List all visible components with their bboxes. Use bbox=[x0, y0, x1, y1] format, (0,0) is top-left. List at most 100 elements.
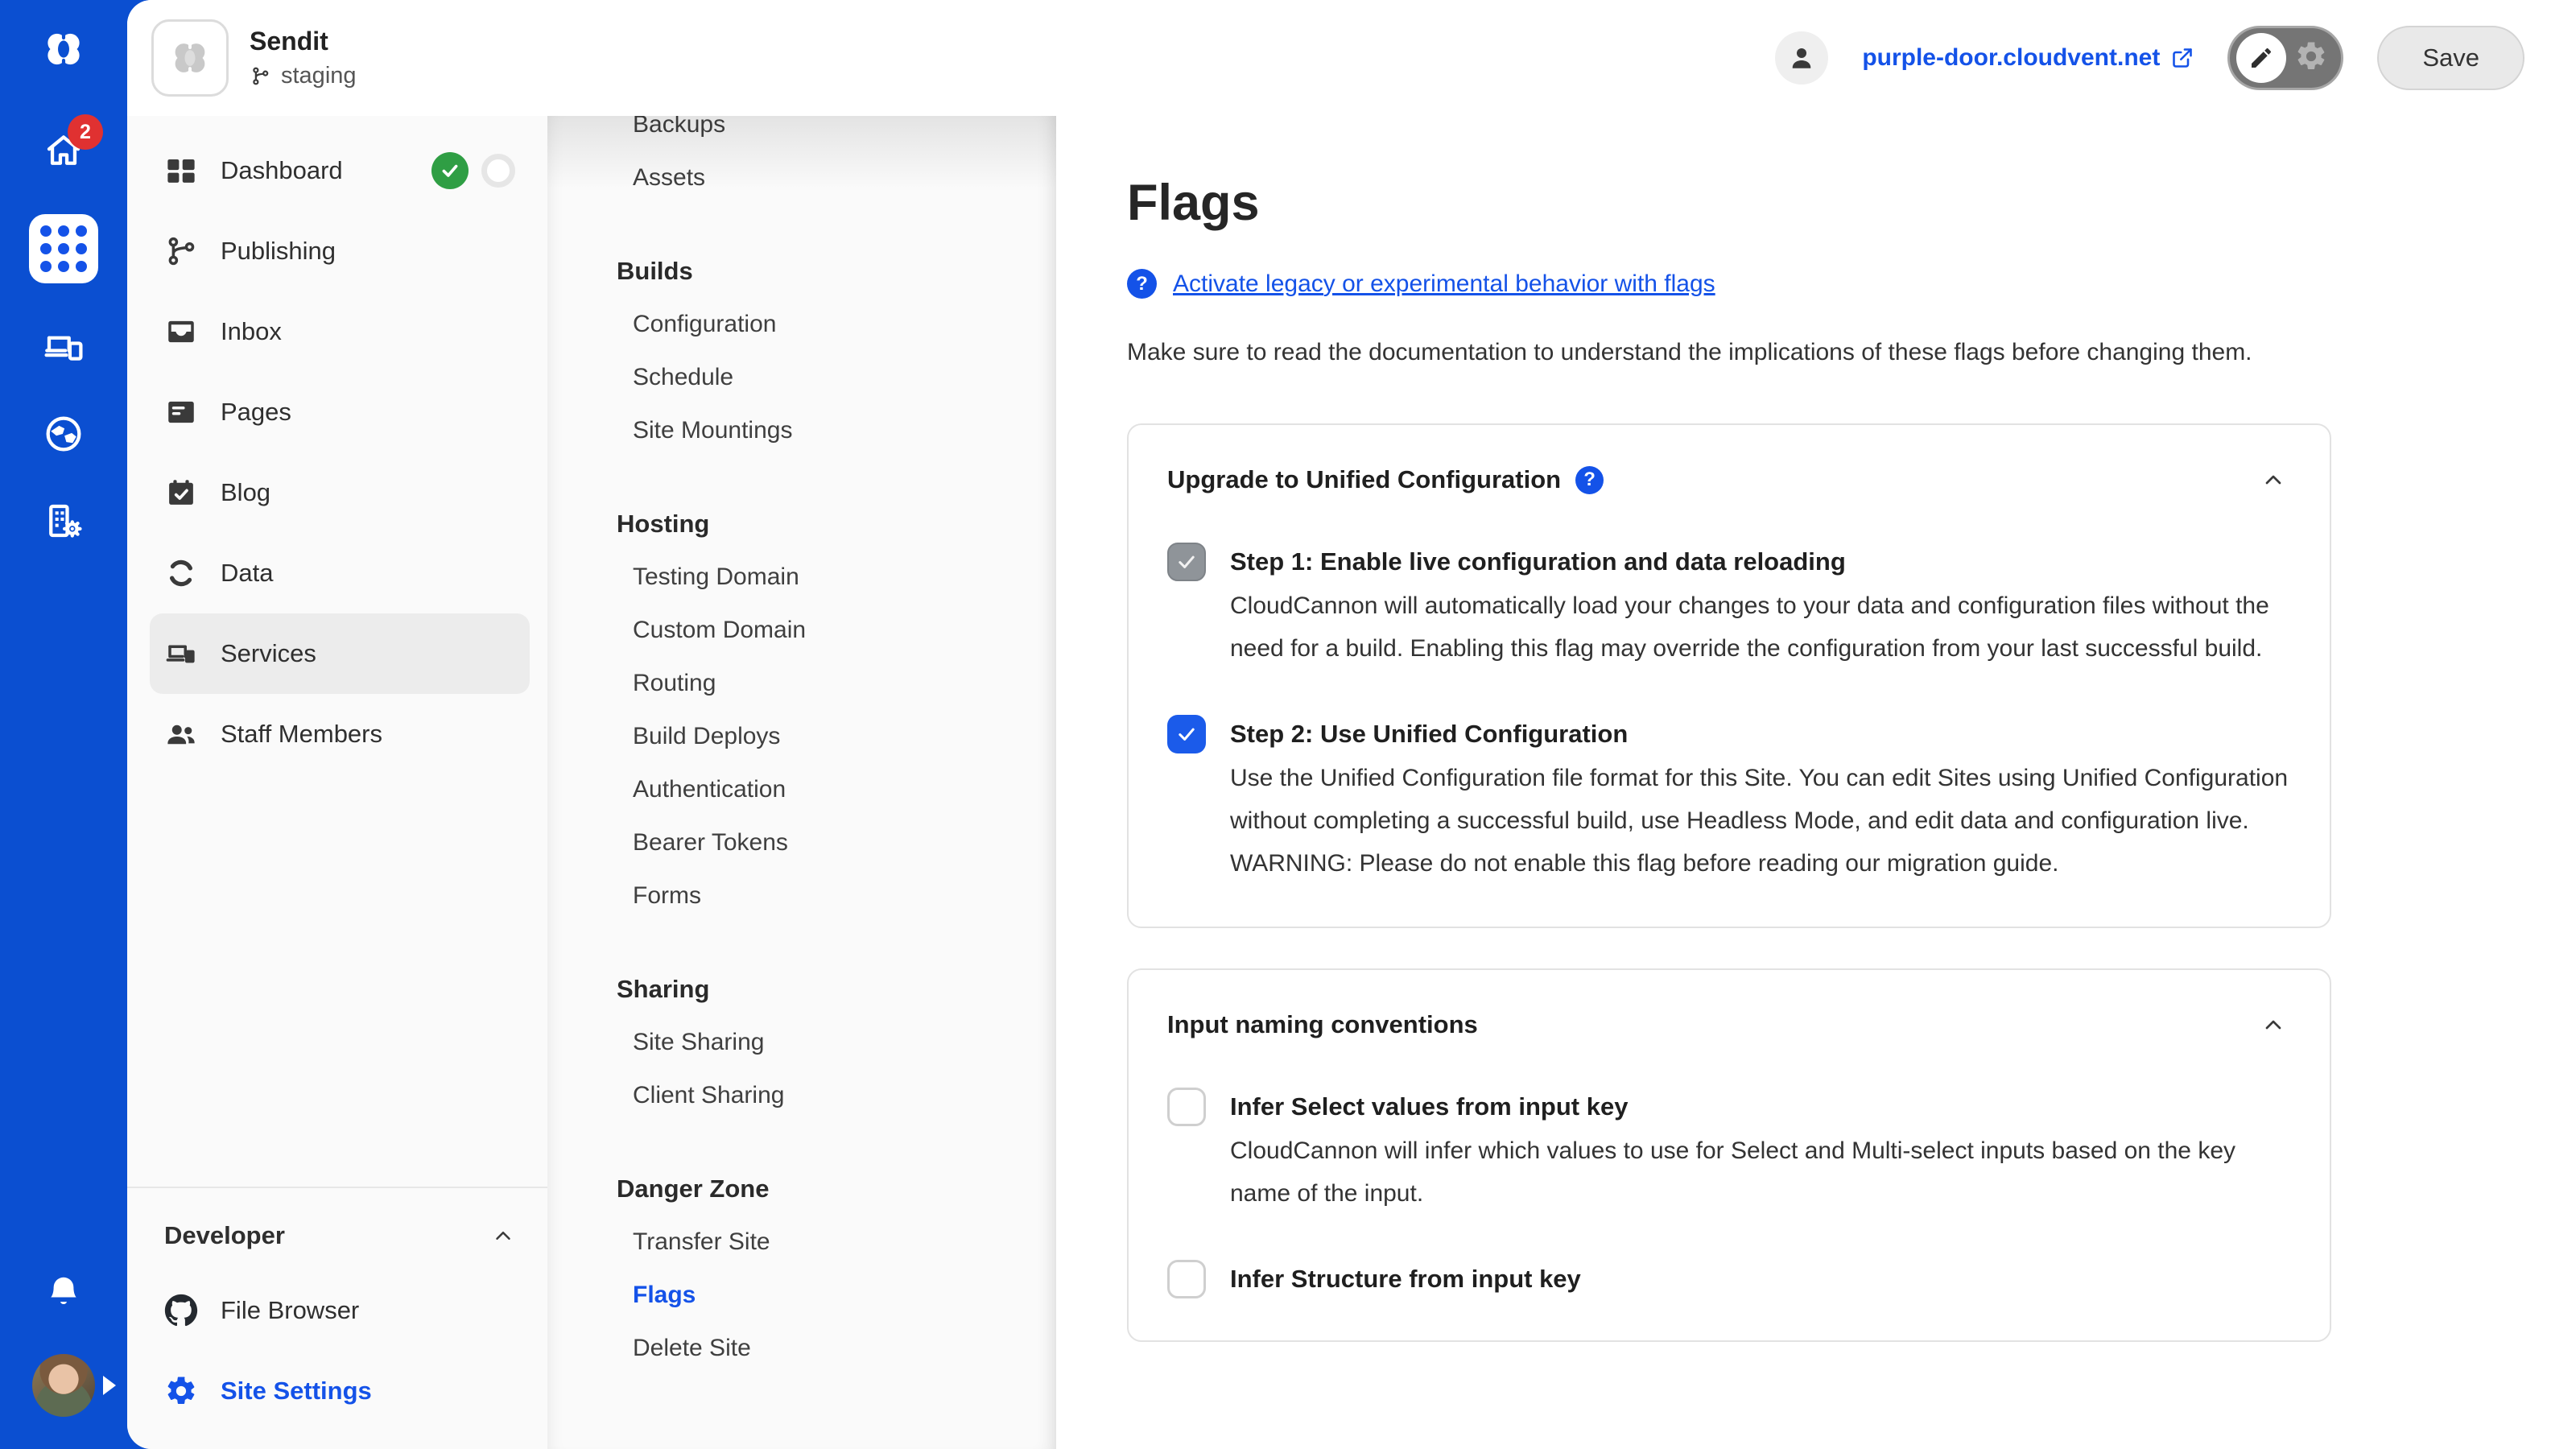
check-icon bbox=[1175, 551, 1198, 573]
developer-section: Developer File Browser Site Settings bbox=[127, 1187, 547, 1449]
inbox-icon bbox=[164, 315, 198, 349]
flag-row: Infer Structure from input key bbox=[1167, 1260, 2291, 1298]
home-icon[interactable]: 2 bbox=[40, 127, 87, 174]
settings-item-routing[interactable]: Routing bbox=[547, 657, 1056, 710]
settings-item-schedule[interactable]: Schedule bbox=[547, 351, 1056, 404]
github-icon bbox=[164, 1294, 198, 1327]
expand-rail-arrow-icon[interactable] bbox=[103, 1376, 116, 1395]
preview-url-link[interactable]: purple-door.cloudvent.net bbox=[1862, 44, 2194, 72]
card-header: Upgrade to Unified Configuration ? bbox=[1167, 462, 2291, 497]
settings-item-transfer-site[interactable]: Transfer Site bbox=[547, 1216, 1056, 1269]
site-logo bbox=[151, 19, 229, 97]
nav-item-staff-members[interactable]: Staff Members bbox=[150, 694, 530, 774]
globe-icon[interactable] bbox=[40, 411, 87, 457]
developer-section-toggle[interactable]: Developer bbox=[150, 1201, 530, 1270]
chevron-up-icon bbox=[491, 1224, 515, 1248]
nav-item-blog[interactable]: Blog bbox=[150, 452, 530, 533]
build-success-icon bbox=[431, 152, 469, 189]
edit-settings-mode-toggle[interactable] bbox=[2227, 26, 2343, 90]
card-unified-configuration: Upgrade to Unified Configuration ? Step … bbox=[1127, 423, 2331, 928]
flag-label: Step 2: Use Unified Configuration bbox=[1230, 715, 2291, 753]
card-input-naming-conventions: Input naming conventions Infer Select va… bbox=[1127, 968, 2331, 1342]
flag-description: Use the Unified Configuration file forma… bbox=[1230, 757, 2291, 885]
settings-item-configuration[interactable]: Configuration bbox=[547, 298, 1056, 351]
gear-icon bbox=[164, 1374, 198, 1408]
data-sync-icon bbox=[164, 556, 198, 590]
pencil-icon bbox=[2248, 45, 2274, 71]
site-branch: staging bbox=[250, 63, 357, 89]
flag-row: Step 2: Use Unified Configuration Use th… bbox=[1167, 715, 2291, 885]
dashboard-icon bbox=[164, 154, 198, 188]
organization-settings-icon[interactable] bbox=[40, 497, 87, 544]
chevron-up-icon bbox=[2260, 467, 2286, 493]
settings-item-flags[interactable]: Flags bbox=[547, 1269, 1056, 1322]
flag-description: CloudCannon will infer which values to u… bbox=[1230, 1129, 2291, 1215]
pages-icon bbox=[164, 395, 198, 429]
page-title: Flags bbox=[1127, 174, 2576, 232]
branch-icon bbox=[250, 65, 271, 87]
person-icon bbox=[1787, 43, 1816, 72]
main-content: Flags ? Activate legacy or experimental … bbox=[1056, 116, 2576, 1449]
settings-item-site-sharing[interactable]: Site Sharing bbox=[547, 1016, 1056, 1069]
cloudcannon-logo bbox=[39, 24, 89, 74]
app-surface: Sendit staging purple-door.cloudvent.net bbox=[127, 0, 2576, 1449]
nav-item-services[interactable]: Services bbox=[150, 613, 530, 694]
settings-item-client-sharing[interactable]: Client Sharing bbox=[547, 1069, 1056, 1122]
save-button[interactable]: Save bbox=[2377, 26, 2524, 90]
checkbox-infer-select-values[interactable] bbox=[1167, 1088, 1206, 1126]
apps-grid-icon[interactable] bbox=[29, 214, 98, 283]
nav-item-data[interactable]: Data bbox=[150, 533, 530, 613]
blog-calendar-icon bbox=[164, 476, 198, 510]
nav-item-dashboard[interactable]: Dashboard bbox=[150, 130, 530, 211]
help-icon[interactable]: ? bbox=[1575, 466, 1604, 494]
card-title: Input naming conventions bbox=[1167, 1010, 1478, 1039]
settings-group-sharing: Sharing bbox=[547, 963, 1056, 1016]
settings-item-custom-domain[interactable]: Custom Domain bbox=[547, 604, 1056, 657]
collapse-card-button[interactable] bbox=[2256, 462, 2291, 497]
settings-item-bearer-tokens[interactable]: Bearer Tokens bbox=[547, 816, 1056, 869]
topbar: Sendit staging purple-door.cloudvent.net bbox=[127, 0, 2576, 116]
nav-item-site-settings[interactable]: Site Settings bbox=[150, 1351, 530, 1431]
settings-item-backups[interactable]: Backups bbox=[547, 116, 1056, 151]
build-pending-icon bbox=[481, 154, 515, 188]
help-icon: ? bbox=[1127, 269, 1157, 299]
user-avatar[interactable] bbox=[32, 1354, 95, 1417]
checkbox-step1-live-config[interactable] bbox=[1167, 543, 1206, 581]
nav-item-file-browser[interactable]: File Browser bbox=[150, 1270, 530, 1351]
check-icon bbox=[1175, 723, 1198, 745]
settings-item-testing-domain[interactable]: Testing Domain bbox=[547, 551, 1056, 604]
collapse-card-button[interactable] bbox=[2256, 1007, 2291, 1042]
edit-mode-knob bbox=[2236, 33, 2286, 83]
flag-label: Infer Select values from input key bbox=[1230, 1088, 2291, 1126]
settings-item-assets[interactable]: Assets bbox=[547, 151, 1056, 204]
site-name: Sendit bbox=[250, 27, 357, 56]
flag-row: Infer Select values from input key Cloud… bbox=[1167, 1088, 2291, 1215]
checkbox-step2-unified-config[interactable] bbox=[1167, 715, 1206, 753]
primary-nav: Dashboard Publishing In bbox=[127, 116, 547, 1449]
flag-description: CloudCannon will automatically load your… bbox=[1230, 584, 2291, 670]
flags-docs-link[interactable]: Activate legacy or experimental behavior… bbox=[1173, 270, 1715, 298]
services-devices-icon bbox=[164, 637, 198, 671]
card-title: Upgrade to Unified Configuration bbox=[1167, 465, 1561, 494]
bell-icon[interactable] bbox=[40, 1270, 87, 1317]
nav-item-pages[interactable]: Pages bbox=[150, 372, 530, 452]
external-link-icon bbox=[2171, 47, 2194, 69]
site-card[interactable]: Sendit staging bbox=[151, 19, 357, 97]
nav-item-publishing[interactable]: Publishing bbox=[150, 211, 530, 291]
notification-badge: 2 bbox=[68, 114, 103, 150]
account-button[interactable] bbox=[1775, 31, 1828, 85]
checkbox-infer-structure[interactable] bbox=[1167, 1260, 1206, 1298]
settings-nav: Backups Assets Builds Configuration Sche… bbox=[547, 116, 1056, 1449]
settings-group-danger-zone: Danger Zone bbox=[547, 1162, 1056, 1216]
flag-row: Step 1: Enable live configuration and da… bbox=[1167, 543, 2291, 670]
devices-icon[interactable] bbox=[40, 324, 87, 370]
settings-item-build-deploys[interactable]: Build Deploys bbox=[547, 710, 1056, 763]
intro-text: Make sure to read the documentation to u… bbox=[1127, 331, 2310, 374]
settings-mode-gear-icon bbox=[2294, 39, 2328, 77]
settings-item-delete-site[interactable]: Delete Site bbox=[547, 1322, 1056, 1375]
nav-item-inbox[interactable]: Inbox bbox=[150, 291, 530, 372]
settings-item-authentication[interactable]: Authentication bbox=[547, 763, 1056, 816]
settings-item-site-mountings[interactable]: Site Mountings bbox=[547, 404, 1056, 457]
flag-label: Infer Structure from input key bbox=[1230, 1260, 2291, 1298]
settings-item-forms[interactable]: Forms bbox=[547, 869, 1056, 923]
